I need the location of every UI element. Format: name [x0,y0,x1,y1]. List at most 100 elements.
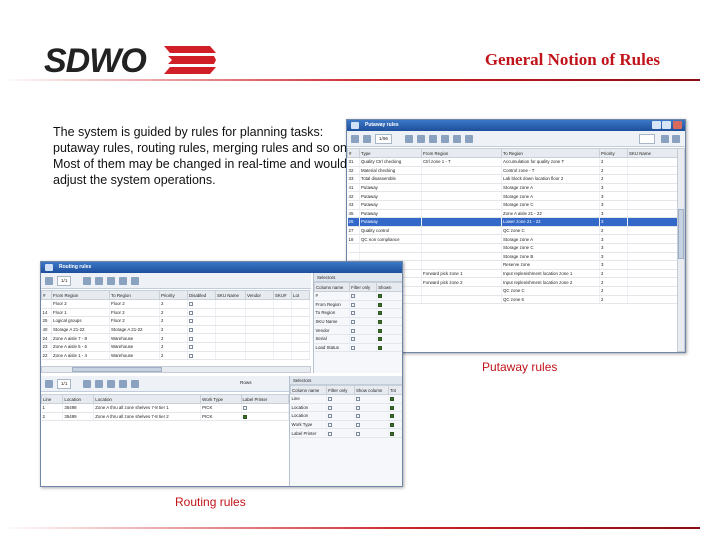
delete-icon[interactable] [95,380,103,388]
column-header[interactable]: Work Type [200,394,242,404]
page-indicator[interactable]: 1/1 [57,379,72,389]
edit-icon[interactable] [107,277,115,285]
column-header[interactable]: Label Printer [240,394,289,404]
label-printer-checkbox[interactable] [242,406,247,411]
filter-icon[interactable] [45,277,53,285]
selector-checkbox[interactable] [378,302,383,307]
export-icon[interactable] [465,135,473,143]
table-row[interactable]: 25 Logical groups Floor 22 [41,316,310,326]
selector-checkbox[interactable] [355,414,360,419]
minimize-button[interactable] [652,121,661,129]
selector-checkbox[interactable] [328,405,333,410]
column-header[interactable]: Disabled [187,290,216,300]
filter-icon[interactable] [45,380,53,388]
save-icon[interactable] [363,135,371,143]
table-row[interactable]: Floor 2 Floor 22 [41,299,310,309]
disabled-checkbox[interactable] [189,353,193,358]
nav-icon[interactable] [672,135,680,143]
column-header[interactable]: Lot [291,290,310,300]
selector-checkbox[interactable] [351,311,356,316]
table-row[interactable]: 14 Floor 1 Floor 22 [41,308,310,318]
table-row[interactable]: 26 Putaway Lower zone 21 - 22 3 [347,217,678,227]
edit-icon[interactable] [107,380,115,388]
selector-checkbox[interactable] [378,337,383,342]
selector-checkbox[interactable] [351,319,356,324]
selector-checkbox[interactable] [355,431,360,436]
selector-checkbox[interactable] [328,397,333,402]
column-header[interactable]: SKU Name [215,290,246,300]
help-icon[interactable] [453,135,461,143]
column-header[interactable]: Location [62,394,95,404]
disabled-checkbox[interactable] [189,336,193,341]
selector-checkbox[interactable] [378,294,383,299]
add-icon[interactable] [83,277,91,285]
column-header[interactable]: To Region [109,290,160,300]
column-header[interactable]: Priority [159,290,188,300]
scrollbar-thumb[interactable] [72,367,162,372]
selector-checkbox[interactable] [351,337,356,342]
sort-icon[interactable] [119,380,127,388]
vertical-scrollbar[interactable] [677,148,685,352]
table-row[interactable]: 23 Zone A aisle 5 - 6 Warehouse 2 [41,342,310,352]
selector-checkbox[interactable] [328,414,333,419]
selector-checkbox[interactable] [378,311,383,316]
column-header[interactable]: SKU# [273,290,292,300]
disabled-checkbox[interactable] [189,327,193,332]
selector-checkbox[interactable] [378,345,383,350]
disabled-checkbox[interactable] [189,302,193,307]
rows-per-page[interactable] [639,134,655,144]
selector-checkbox[interactable] [328,422,333,427]
add-icon[interactable] [83,380,91,388]
scrollbar-thumb[interactable] [678,209,684,259]
selector-checkbox[interactable] [351,345,356,350]
selector-checkbox[interactable] [390,414,395,419]
column-header[interactable]: Type [359,148,422,158]
column-header[interactable]: Vendor [245,290,274,300]
column-header[interactable]: From Region [51,290,110,300]
table-row[interactable]: 42 Putaway Storage zone A3 [347,191,678,201]
selector-checkbox[interactable] [378,319,383,324]
table-row[interactable]: Storage zone C3 [347,243,678,253]
selector-checkbox[interactable] [328,431,333,436]
column-header[interactable]: Priority [599,148,628,158]
edit-icon[interactable] [429,135,437,143]
table-row[interactable]: 41 Putaway Storage zone A3 [347,183,678,193]
selector-checkbox[interactable] [390,405,395,410]
column-header[interactable]: Line [41,394,64,404]
nav-icon[interactable] [661,135,669,143]
table-row[interactable]: 22 Zone A aisle 1 - 4 Warehouse 2 [41,351,310,361]
table-row[interactable]: 40 Storage A 21-22 Storage A 21-22 2 [41,325,310,335]
help-icon[interactable] [131,380,139,388]
table-row[interactable]: 45 Putaway Zone A aisle 21 - 22 3 [347,209,678,219]
column-header[interactable]: # [347,148,360,158]
column-header[interactable]: SKU Name [627,148,678,158]
page-indicator[interactable]: 1/96 [375,134,392,144]
selector-checkbox[interactable] [355,397,360,402]
selector-checkbox[interactable] [378,328,383,333]
delete-icon[interactable] [417,135,425,143]
table-row[interactable]: 24 Zone A aisle 7 - 8 Warehouse 2 [41,333,310,343]
selector-checkbox[interactable] [390,431,395,436]
help-icon[interactable] [131,277,139,285]
column-header[interactable]: From Region [421,148,502,158]
column-header[interactable]: To Region [501,148,600,158]
table-row[interactable]: Storage zone B3 [347,252,678,262]
disabled-checkbox[interactable] [189,310,193,315]
sort-icon[interactable] [119,277,127,285]
selector-checkbox[interactable] [351,328,356,333]
selector-checkbox[interactable] [355,405,360,410]
add-icon[interactable] [405,135,413,143]
maximize-button[interactable] [662,121,671,129]
table-row[interactable]: 18 QC non compliance Storage zone A3 [347,234,678,244]
table-row[interactable]: 27 Quality control QC zone C2 [347,226,678,236]
table-row[interactable]: 32 Material checking Control zone - T2 [347,166,678,176]
table-row[interactable]: 1 35498 Zone A thru all zone shelves 7-8 t… [41,403,289,413]
filter-icon[interactable] [351,135,359,143]
delete-icon[interactable] [95,277,103,285]
selector-checkbox[interactable] [390,422,395,427]
selector-checkbox[interactable] [351,294,356,299]
table-row[interactable]: 33 Total disassemble Lab block down locati… [347,174,678,184]
page-indicator[interactable]: 1/1 [57,276,72,286]
column-header[interactable]: # [41,290,52,300]
sort-icon[interactable] [441,135,449,143]
